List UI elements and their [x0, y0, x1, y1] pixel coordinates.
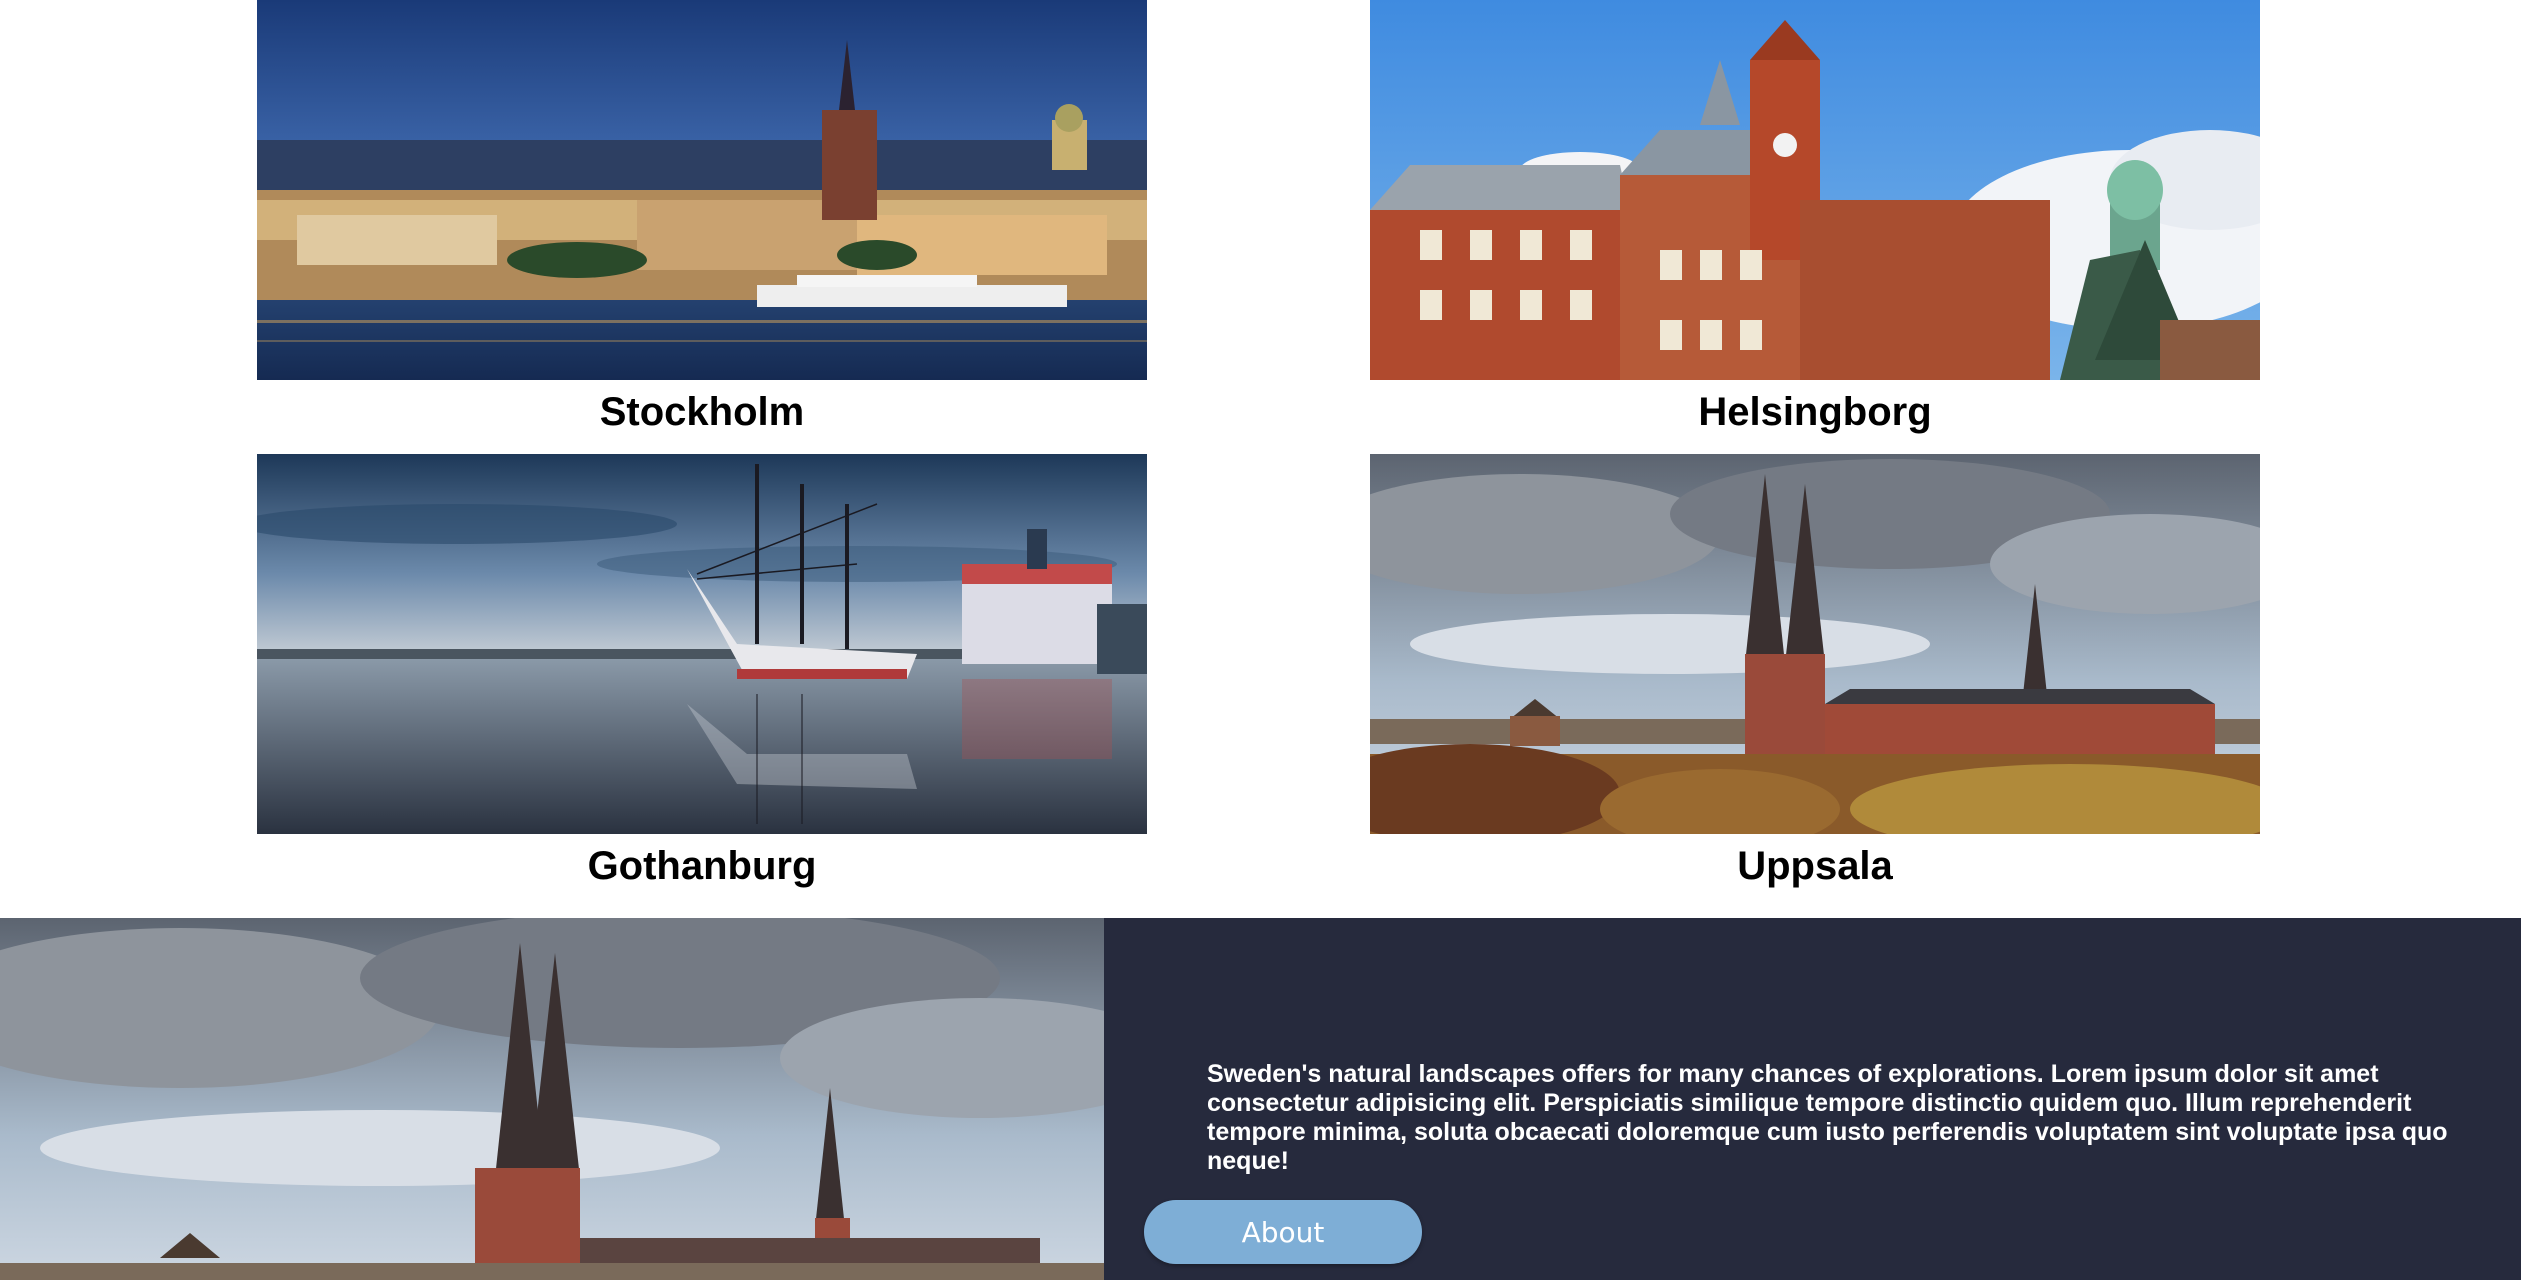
city-card-uppsala[interactable]: Uppsala: [1370, 454, 2260, 890]
gothenburg-photo[interactable]: [257, 454, 1147, 834]
city-name-helsingborg: Helsingborg: [1698, 390, 1932, 434]
about-photo: [0, 918, 1104, 1280]
helsingborg-photo[interactable]: [1370, 0, 2260, 380]
city-name-stockholm: Stockholm: [599, 390, 805, 434]
page: Stockholm Helsingborg Gothanburg Uppsala…: [0, 0, 2521, 1280]
city-name-gothenburg: Gothanburg: [587, 844, 817, 888]
city-card-helsingborg[interactable]: Helsingborg: [1370, 0, 2260, 436]
about-text: Sweden's natural landscapes offers for m…: [1207, 1060, 2448, 1175]
city-card-gothenburg[interactable]: Gothanburg: [257, 454, 1147, 890]
about-section: Sweden's natural landscapes offers for m…: [0, 918, 2521, 1280]
stockholm-photo[interactable]: [257, 0, 1147, 380]
city-card-stockholm[interactable]: Stockholm: [257, 0, 1147, 436]
uppsala-photo[interactable]: [1370, 454, 2260, 834]
about-button[interactable]: About: [1144, 1200, 1422, 1264]
city-name-uppsala: Uppsala: [1737, 844, 1893, 888]
